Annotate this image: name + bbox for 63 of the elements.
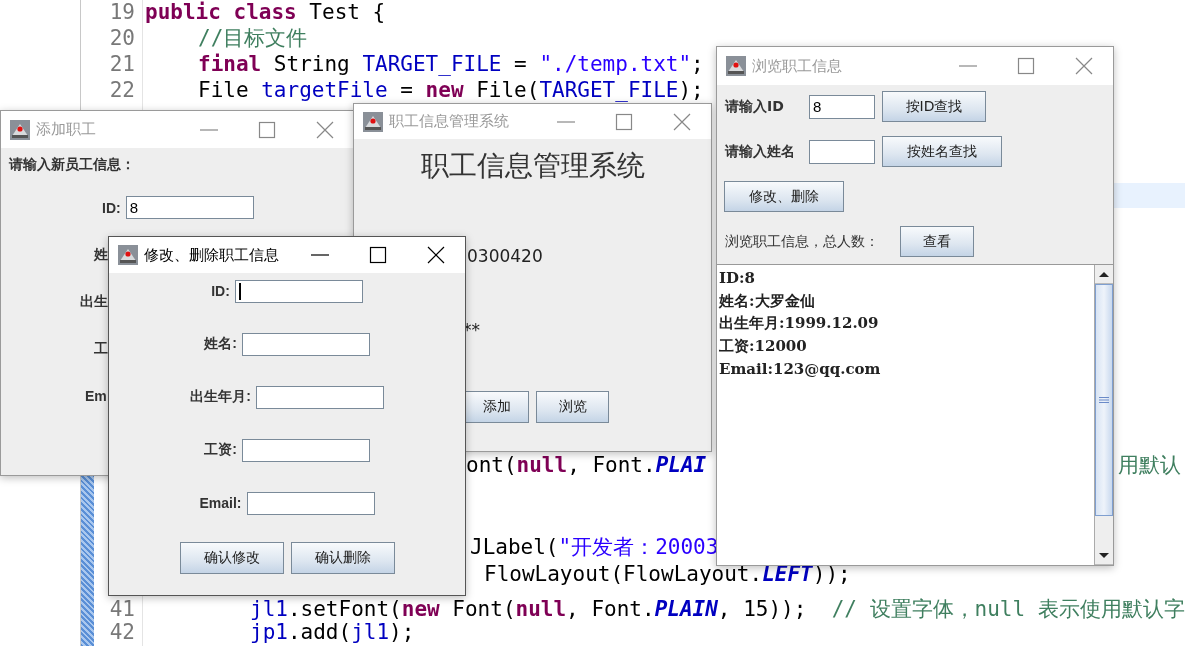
field-label: Email:: [199, 495, 242, 511]
line-number: 20: [108, 26, 135, 50]
input-field[interactable]: 8: [125, 196, 254, 219]
action-button[interactable]: 确认修改: [179, 542, 284, 574]
app-icon: [118, 245, 138, 265]
input-field[interactable]: [234, 279, 363, 303]
input-field[interactable]: 8: [809, 94, 875, 119]
code-line: final String TARGET_FILE = "./temp.txt";: [198, 52, 704, 76]
input-field[interactable]: [809, 139, 875, 164]
menu-button[interactable]: 浏览: [536, 391, 609, 423]
scrollbar[interactable]: [1094, 265, 1113, 565]
window-title: 浏览职工信息: [752, 56, 842, 76]
instruction-label: 请输入新员工信息：: [9, 156, 136, 172]
line-number: 22: [108, 78, 135, 102]
field-label: 姓: [94, 245, 108, 264]
input-field[interactable]: [241, 332, 370, 356]
line-number: 41: [108, 597, 135, 621]
search-button[interactable]: 按姓名查找: [882, 136, 1002, 167]
code-line: //目标文件: [198, 26, 308, 50]
window-title: 修改、删除职工信息: [144, 245, 279, 265]
output-line: Email:123@qq.com: [719, 358, 882, 380]
info-text: 0300420: [467, 245, 543, 267]
field-label: ID:: [211, 283, 230, 299]
app-icon: [10, 119, 30, 140]
output-line: ID:8: [719, 268, 756, 289]
line-number: 42: [108, 620, 135, 644]
grip-icon: [1099, 397, 1109, 403]
code-line: jp1.add(jl1);: [250, 620, 415, 644]
code-line: jl1.setFont(new Font(null, Font.PLAIN, 15)); // 设置字体，null 表示使用默认字: [250, 597, 1185, 621]
output-line: 姓名:大罗金仙: [719, 290, 816, 312]
code-line: File targetFile = new File(TARGET_FILE);: [198, 78, 704, 102]
window-title: 添加职工: [36, 120, 96, 139]
field-label: 工资:: [204, 441, 237, 459]
input-field[interactable]: [241, 438, 370, 462]
action-button[interactable]: 确认删除: [290, 542, 395, 574]
code-line: public class Test {: [145, 0, 386, 24]
line-number: 21: [108, 52, 135, 76]
output-line: 工资:12000: [719, 336, 808, 358]
input-field[interactable]: [255, 385, 384, 409]
field-label: 请输入姓名: [724, 142, 796, 161]
output-line: 出生年月:1999.12.09: [719, 313, 880, 335]
field-label: 出生: [80, 292, 108, 311]
line-number: 19: [108, 0, 135, 24]
app-icon: [363, 111, 383, 132]
count-label: 浏览职工信息，总人数：: [725, 232, 880, 251]
field-label: 请输入ID: [724, 97, 785, 116]
app-heading: 职工信息管理系统: [420, 148, 645, 184]
menu-button[interactable]: 添加: [464, 391, 529, 423]
field-label: Em: [85, 387, 107, 404]
code-line: ont(null, Font.PLAI: [466, 453, 707, 477]
scroll-thumb[interactable]: [1095, 284, 1113, 516]
code-line: JLabel("开发者：20003: [470, 535, 719, 559]
app-icon: [726, 56, 746, 76]
field-label: ID:: [102, 199, 121, 216]
code-line: 用默认: [1118, 453, 1181, 477]
field-label: 出生年月:: [190, 388, 251, 406]
edit-button[interactable]: 修改、删除: [724, 181, 844, 212]
field-label: 姓名:: [204, 335, 237, 353]
view-button[interactable]: 查看: [900, 226, 974, 257]
window-title: 职工信息管理系统: [389, 112, 509, 131]
search-button[interactable]: 按ID查找: [882, 91, 986, 122]
field-label: 工: [94, 339, 108, 358]
input-field[interactable]: [246, 491, 375, 515]
